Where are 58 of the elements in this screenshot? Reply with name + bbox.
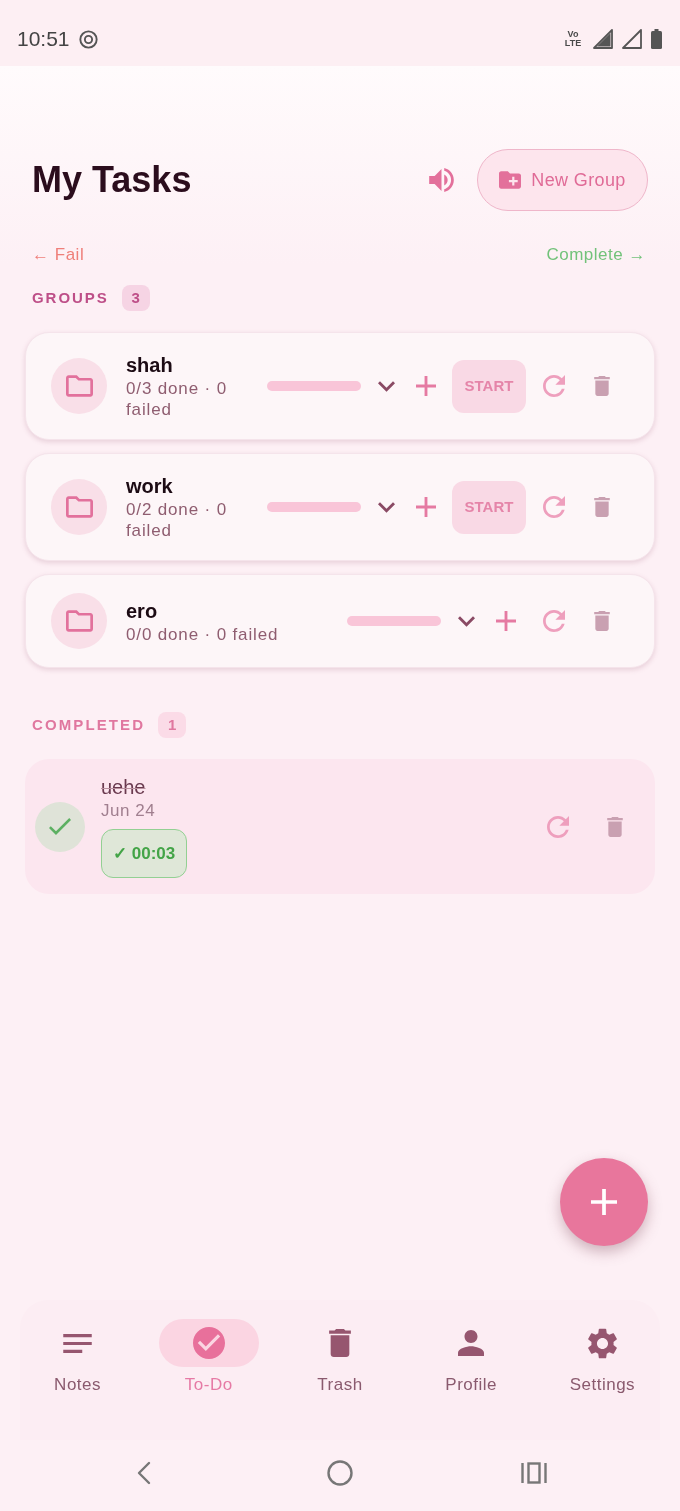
plus-icon — [591, 1189, 617, 1215]
section-heading: COMPLETED — [32, 714, 146, 735]
group-card[interactable]: shah 0/3 done · 0 failed START — [25, 332, 655, 440]
refresh-icon — [543, 375, 565, 397]
group-name: work — [126, 474, 174, 499]
group-name: ero — [126, 598, 159, 624]
nav-tab[interactable]: Trash — [274, 1319, 406, 1396]
folder-icon — [51, 479, 107, 535]
volte-indicator: Vo LTE — [563, 30, 583, 48]
chevron-down-icon — [377, 380, 395, 392]
chevron-down-icon — [377, 501, 395, 513]
chevron-down-icon — [457, 615, 475, 627]
status-time: 10:51 — [17, 27, 70, 51]
new-group-button[interactable]: New Group — [477, 149, 648, 211]
battery-icon — [651, 29, 662, 49]
signal-icon — [622, 29, 642, 49]
plus-icon — [416, 497, 436, 517]
refresh-icon — [543, 610, 565, 632]
completed-count: 1 — [158, 712, 187, 738]
settings-icon — [587, 1327, 617, 1359]
nav-tab[interactable]: Profile — [405, 1319, 537, 1396]
ring-status-icon — [78, 29, 98, 49]
trash-icon — [594, 497, 610, 517]
home-icon[interactable] — [327, 1459, 353, 1486]
section-heading: GROUPS — [32, 287, 109, 308]
back-icon[interactable] — [137, 1460, 151, 1485]
nav-tab[interactable]: Settings — [536, 1319, 668, 1396]
group-summary: 0/0 done · 0 failed — [126, 623, 280, 645]
group-card[interactable]: work 0/2 done · 0 failed START — [25, 453, 655, 561]
folder-icon — [51, 593, 107, 649]
elapsed-time-tag: ✓ 00:03 — [101, 829, 188, 878]
group-card[interactable]: ero 0/0 done · 0 failed — [25, 574, 655, 668]
complete-hint: Complete → — [546, 245, 646, 265]
refresh-icon — [543, 496, 565, 518]
folder-icon — [51, 358, 107, 414]
check-icon[interactable] — [35, 801, 85, 852]
plus-icon — [496, 611, 516, 631]
task-date: Jun 24 — [101, 800, 156, 821]
refresh-icon — [547, 815, 569, 838]
person-icon — [458, 1330, 485, 1356]
trash-icon — [594, 376, 610, 396]
nav-tab[interactable]: Notes — [12, 1319, 144, 1396]
signal-icon — [593, 29, 613, 49]
trash-icon — [594, 611, 610, 631]
trash-icon — [329, 1329, 351, 1357]
plus-icon — [416, 376, 436, 396]
group-summary: 0/3 done · 0 failed — [126, 378, 228, 420]
trash-icon — [607, 816, 623, 837]
group-summary: 0/2 done · 0 failed — [126, 499, 228, 541]
recents-icon[interactable] — [521, 1461, 547, 1484]
new-folder-icon — [499, 171, 522, 189]
fail-hint: ← Fail — [32, 245, 85, 265]
group-name: shah — [126, 353, 174, 378]
page-title: My Tasks — [32, 159, 193, 201]
add-fab[interactable] — [560, 1158, 648, 1246]
notes-icon — [63, 1333, 93, 1353]
group-count: 3 — [121, 285, 150, 311]
speaker-icon — [428, 168, 454, 192]
